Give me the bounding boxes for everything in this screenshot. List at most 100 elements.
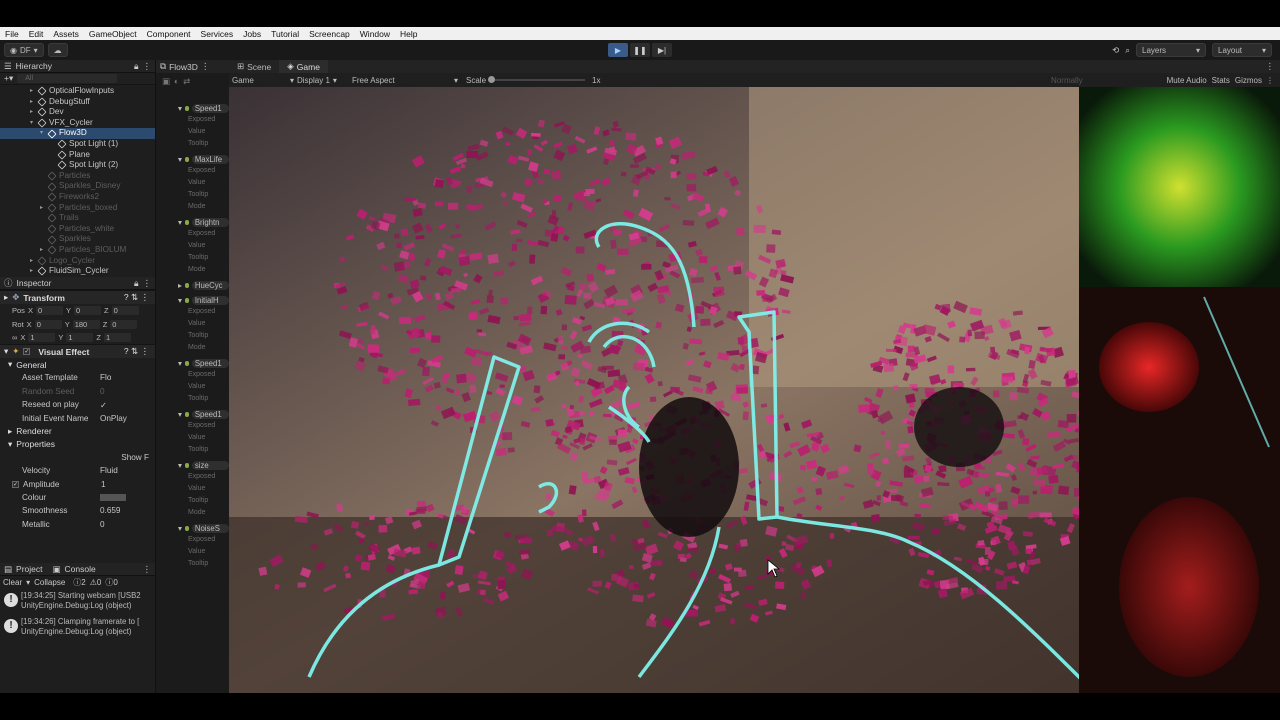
tree-item[interactable]: Plane	[0, 150, 155, 161]
game-mode-dropdown[interactable]: Game ▾	[232, 76, 294, 85]
blackboard-property-name[interactable]: Speed1	[191, 104, 229, 113]
error-count[interactable]: ⓘ0	[105, 577, 117, 588]
expand-arrow-icon[interactable]: ▸	[30, 266, 38, 277]
menu-jobs[interactable]: Jobs	[238, 29, 266, 39]
hierarchy-search-input[interactable]: All	[17, 74, 118, 83]
kebab-menu-icon[interactable]: ⋮	[143, 564, 152, 575]
lock-icon[interactable]: 🔒︎	[134, 278, 139, 289]
step-button[interactable]: ▶|	[652, 43, 672, 57]
pos-z-field[interactable]: 0	[111, 306, 139, 316]
blackboard-item[interactable]: ▸ HueCyc	[178, 280, 229, 291]
blackboard-item[interactable]: ▾ Speed1 Exposed Value Tooltip	[178, 103, 229, 150]
initial-event-field[interactable]: OnPlay	[100, 414, 127, 423]
layers-dropdown[interactable]: Layers ▾	[1136, 43, 1206, 57]
kebab-menu-icon[interactable]: ⋮	[143, 278, 152, 289]
mute-audio-toggle[interactable]: Mute Audio	[1167, 76, 1207, 85]
vfx-graph-tab[interactable]: ⧉ Flow3D ⋮	[156, 60, 229, 73]
blackboard-property-name[interactable]: NoiseS	[191, 524, 229, 533]
warning-count[interactable]: ⚠0	[90, 578, 102, 587]
collapse-arrow-icon[interactable]: ▾	[178, 218, 182, 227]
blackboard-property-name[interactable]: Speed1	[191, 359, 229, 368]
expand-arrow-icon[interactable]: ▸	[30, 107, 38, 118]
tree-item[interactable]: Trails	[0, 213, 155, 224]
tree-item[interactable]: Sparkles_Disney	[0, 181, 155, 192]
menu-services[interactable]: Services	[196, 29, 239, 39]
blackboard-item-header[interactable]: ▾ Speed1	[178, 358, 229, 369]
blackboard-property-name[interactable]: Speed1	[191, 410, 229, 419]
blackboard-item-header[interactable]: ▾ Speed1	[178, 409, 229, 420]
kebab-menu-icon[interactable]: ⋮	[201, 61, 210, 72]
menu-window[interactable]: Window	[355, 29, 395, 39]
link-icon[interactable]: ⇄	[183, 76, 190, 96]
amplitude-checkbox[interactable]: ✓	[12, 480, 19, 488]
metallic-field[interactable]: 0	[100, 520, 105, 529]
collapse-arrow-icon[interactable]: ▾	[178, 524, 182, 533]
blackboard-item[interactable]: ▾ NoiseS Exposed Value Tooltip	[178, 523, 229, 570]
scale-z-field[interactable]: 1	[103, 332, 131, 342]
cloud-button[interactable]: ☁	[47, 43, 68, 57]
tree-item[interactable]: ▸ Logo_Cycler	[0, 256, 155, 267]
chevron-down-icon[interactable]: ▾	[26, 578, 30, 587]
tab-game[interactable]: ◈ Game	[279, 60, 328, 73]
clear-button[interactable]: Clear	[3, 578, 22, 587]
blackboard-item[interactable]: ▾ size Exposed Value Tooltip Mode	[178, 460, 229, 519]
tree-item[interactable]: Particles	[0, 171, 155, 182]
tree-item[interactable]: Sparkles	[0, 234, 155, 245]
visual-effect-header[interactable]: ▾ ✦ ✓ Visual Effect ? ⇅ ⋮	[0, 344, 155, 359]
scale-y-field[interactable]: 1	[66, 332, 94, 342]
tree-item[interactable]: ▸ FluidSim_Cycler	[0, 266, 155, 277]
tree-item[interactable]: ▸ OpticalFlowInputs	[0, 86, 155, 97]
kebab-menu-icon[interactable]: ⋮	[1266, 76, 1274, 85]
tree-item[interactable]: ▸ Particles_BIOLUM	[0, 245, 155, 256]
tab-scene[interactable]: ⊞ Scene	[229, 60, 279, 73]
toggle-icon[interactable]: ◐	[174, 76, 179, 96]
general-foldout[interactable]: ▾ General	[0, 358, 155, 371]
play-focus-label[interactable]: Normally	[1051, 76, 1083, 85]
rot-y-field[interactable]: 180	[72, 319, 100, 329]
kebab-menu-icon[interactable]: ⋮	[143, 61, 152, 72]
blackboard-item-header[interactable]: ▾ InitialH	[178, 295, 229, 306]
display-dropdown[interactable]: Display 1 ▾	[297, 76, 349, 85]
collapse-arrow-icon[interactable]: ▸	[178, 281, 182, 290]
aspect-dropdown[interactable]: Free Aspect ▾	[352, 76, 458, 85]
show-property-button[interactable]: Show F	[121, 453, 149, 462]
info-count[interactable]: ⓘ2	[73, 577, 85, 588]
game-viewport[interactable]	[229, 87, 1280, 693]
scale-slider[interactable]	[488, 76, 586, 83]
tree-item[interactable]: Particles_white	[0, 224, 155, 235]
collapse-arrow-icon[interactable]: ▾	[178, 155, 182, 164]
tree-item[interactable]: ▸ Dev	[0, 107, 155, 118]
menu-tutorial[interactable]: Tutorial	[266, 29, 304, 39]
save-icon[interactable]: ▣	[162, 76, 170, 96]
collapse-arrow-icon[interactable]: ▾	[178, 410, 182, 419]
properties-foldout[interactable]: ▾ Properties	[0, 438, 155, 451]
blackboard-property-name[interactable]: size	[191, 461, 229, 470]
log-entry[interactable]: ! [19:34:26] Clamping framerate to [Unit…	[0, 614, 155, 640]
blackboard-item[interactable]: ▾ Brightn Exposed Value Tooltip Mode	[178, 217, 229, 276]
blackboard-item-header[interactable]: ▾ Speed1	[178, 103, 229, 114]
amplitude-field[interactable]: 1	[101, 480, 106, 489]
smoothness-field[interactable]: 0.659	[100, 506, 121, 515]
menu-component[interactable]: Component	[142, 29, 196, 39]
history-icon[interactable]: ⟲	[1112, 45, 1119, 56]
tree-item[interactable]: ▸ DebugStuff	[0, 97, 155, 108]
menu-file[interactable]: File	[0, 29, 24, 39]
tree-item[interactable]: Spot Light (2)	[0, 160, 155, 171]
tree-item[interactable]: Fireworks2	[0, 192, 155, 203]
random-seed-field[interactable]: 0	[100, 387, 105, 396]
colour-swatch[interactable]	[100, 494, 126, 502]
hierarchy-title[interactable]: Hierarchy	[16, 61, 52, 71]
transform-header[interactable]: ▸ ✥ Transform ? ⇅ ⋮	[0, 290, 155, 304]
rot-z-field[interactable]: 0	[110, 319, 138, 329]
collapse-button[interactable]: Collapse	[34, 578, 65, 587]
inspector-title[interactable]: Inspector	[17, 278, 52, 288]
log-entry[interactable]: ! [19:34:25] Starting webcam [USB2 UnityE…	[0, 588, 155, 614]
blackboard-item-header[interactable]: ▾ NoiseS	[178, 523, 229, 534]
menu-edit[interactable]: Edit	[24, 29, 49, 39]
account-dropdown[interactable]: ◉ DF ▾	[4, 43, 44, 57]
kebab-menu-icon[interactable]: ⋮	[1266, 61, 1275, 72]
tree-item-selected[interactable]: ▾ Flow3D	[0, 128, 155, 139]
visual-effect-enabled-checkbox[interactable]: ✓	[23, 348, 31, 356]
blackboard-property-name[interactable]: MaxLife	[191, 155, 229, 164]
blackboard-item[interactable]: ▾ MaxLife Exposed Value Tooltip Mode	[178, 154, 229, 213]
